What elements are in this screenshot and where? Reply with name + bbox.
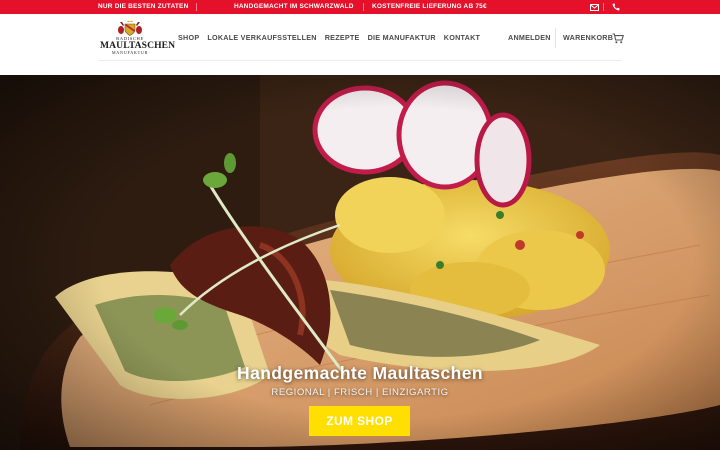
header-divider xyxy=(555,28,556,48)
hero-banner: Handgemachte Maultaschen REGIONAL | FRIS… xyxy=(0,75,720,450)
nav-item-recipes[interactable]: REZEPTE xyxy=(325,32,360,44)
topbar-item-handmade: HANDGEMACHT IM SCHWARZWALD xyxy=(234,3,354,10)
topbar-item-ingredients: NUR DIE BESTEN ZUTATEN xyxy=(98,3,189,10)
topbar-divider xyxy=(196,3,197,11)
site-header: BADISCHE MAULTASCHEN MANUFAKTUR SHOP LOK… xyxy=(0,14,720,75)
phone-icon[interactable] xyxy=(611,2,621,12)
top-info-bar: NUR DIE BESTEN ZUTATEN HANDGEMACHT IM SC… xyxy=(0,0,720,14)
nav-item-shop[interactable]: SHOP xyxy=(178,32,199,44)
nav-item-contact[interactable]: KONTAKT xyxy=(444,32,480,44)
cart-icon[interactable] xyxy=(612,31,624,44)
logo-line-2: MAULTASCHEN xyxy=(100,40,176,51)
cart-link[interactable]: WARENKORB xyxy=(563,32,613,44)
topbar-item-shipping: KOSTENFREIE LIEFERUNG AB 75€ xyxy=(372,3,487,10)
login-link[interactable]: ANMELDEN xyxy=(508,32,551,44)
hero-subtitle: REGIONAL | FRISCH | EINZIGARTIG xyxy=(271,387,449,398)
mail-icon[interactable] xyxy=(589,2,599,12)
crest-icon xyxy=(118,20,142,36)
nav-item-local-stores[interactable]: LOKALE VERKAUFSSTELLEN xyxy=(207,32,316,44)
header-rule xyxy=(98,60,622,61)
nav-item-manufaktur[interactable]: DIE MANUFAKTUR xyxy=(368,32,436,44)
topbar-divider xyxy=(363,3,364,11)
shop-cta-button[interactable]: ZUM SHOP xyxy=(309,406,410,436)
brand-logo[interactable]: BADISCHE MAULTASCHEN MANUFAKTUR xyxy=(100,20,176,64)
main-nav: SHOP LOKALE VERKAUFSSTELLEN REZEPTE DIE … xyxy=(178,32,488,44)
topbar-divider xyxy=(603,3,604,11)
hero-title: Handgemachte Maultaschen xyxy=(237,363,483,383)
